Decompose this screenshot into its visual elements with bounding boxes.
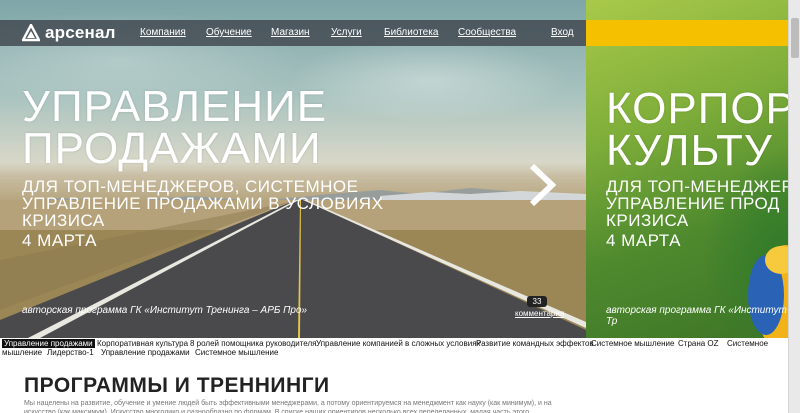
nav-shop[interactable]: Магазин [271,27,310,38]
section-title: ПРОГРАММЫ И ТРЕННИНГИ [24,374,330,397]
slide-2-author: авторская программа ГК «Институт Тр [606,305,787,327]
slide-1-author: авторская программа ГК «Институт Тренинг… [22,305,308,316]
tag-systems-thinking-2a[interactable]: Системное [727,339,768,348]
site-logo[interactable]: арсенал [22,23,116,43]
page-scrollbar[interactable] [788,0,800,413]
slide-2-date: 4 МАРТА [606,231,681,250]
comments-link[interactable]: комментария [515,309,564,318]
nav-services[interactable]: Услуги [331,27,362,38]
nav-communities[interactable]: Сообщества [458,27,516,38]
nav-library[interactable]: Библиотека [384,27,438,38]
page: арсенал Компания Обучение Магазин Услуги… [0,0,800,413]
slide-2-subtitle-line2: УПРАВЛЕНИЕ ПРОД [606,194,780,213]
top-bar-accent [586,20,800,46]
logo-text: арсенал [45,23,116,42]
comments-count-badge[interactable]: 33 [527,296,547,307]
tag-8-roles[interactable]: 8 ролей помощника руководителя [190,339,316,348]
slide-1-subtitle-line2: УПРАВЛЕНИЕ ПРОДАЖАМИ В УСЛОВИЯХ [22,194,384,213]
tag-company-management[interactable]: Управление компанией в сложных условиях [316,339,481,348]
slide-1-date: 4 МАРТА [22,231,97,250]
slide-1-subtitle-line1: ДЛЯ ТОП-МЕНЕДЖЕРОВ, СИСТЕМНОЕ [22,177,359,196]
slide-1-title-line1: УПРАВЛЕНИЕ [22,82,328,131]
tag-team-effects[interactable]: Развитие командных эффектов [476,339,594,348]
tag-corporate-culture[interactable]: Корпоративная культура [97,339,188,348]
nav-training[interactable]: Обучение [206,27,252,38]
slide-2-subtitle-line3: КРИЗИСА [606,211,689,230]
slide-1-title-line2: ПРОДАЖАМИ [22,124,322,173]
section-intro-text: Мы нацелены на развитие, обучение и умен… [24,400,552,413]
program-tags: Управление продажами Корпоративная культ… [0,339,788,357]
tag-systems-thinking-2b[interactable]: мышление [2,348,42,357]
tag-systems-thinking[interactable]: Системное мышление [591,339,674,348]
logo-triangle-icon [22,24,40,42]
next-slide-arrow-icon[interactable] [526,162,558,208]
login-link[interactable]: Вход [551,27,574,38]
tag-sales-management[interactable]: Управление продажами [2,339,95,348]
slide-2-title-line1: КОРПОР [606,84,796,133]
tag-oz[interactable]: Страна OZ [678,339,719,348]
nav-company[interactable]: Компания [140,27,186,38]
tag-sales-management-2[interactable]: Управление продажами [101,348,190,357]
slide-1-subtitle-line3: КРИЗИСА [22,211,105,230]
tag-leadership-1[interactable]: Лидерство-1 [47,348,94,357]
tag-systems-thinking-3[interactable]: Системное мышление [195,348,278,357]
slide-2-subtitle-line1: ДЛЯ ТОП-МЕНЕДЖЕР [606,177,794,196]
scrollbar-thumb[interactable] [791,18,799,58]
slide-2-title-line2: КУЛЬТУ [606,126,773,175]
